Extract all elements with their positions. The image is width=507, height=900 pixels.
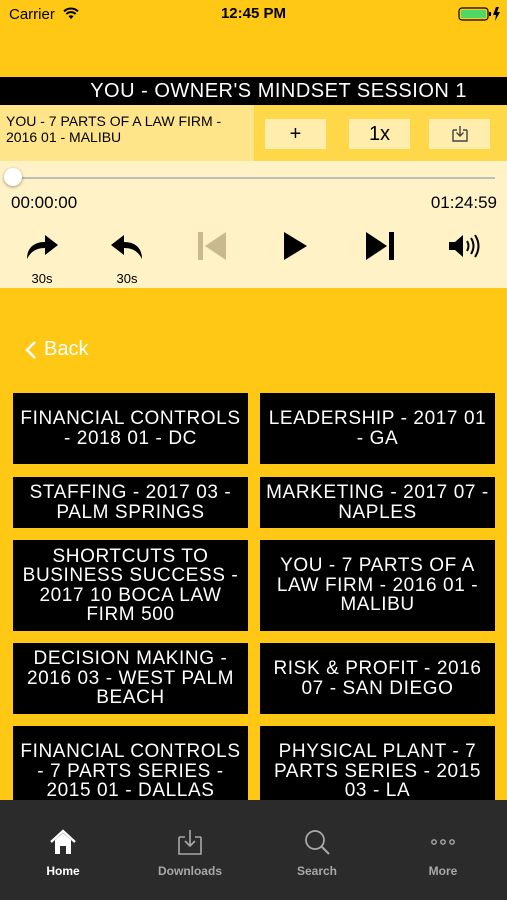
tab-label: Downloads (157, 864, 222, 878)
session-tile[interactable]: MARKETING - 2017 07 - NAPLES (260, 477, 495, 528)
download-icon (178, 830, 202, 855)
session-tile[interactable]: FINANCIAL CONTROLS - 2018 01 - DC (13, 393, 248, 464)
session-tile[interactable]: STAFFING - 2017 03 - PALM SPRINGS (13, 477, 248, 528)
tab-downloads[interactable]: Downloads (127, 800, 253, 900)
tab-label: Home (46, 864, 80, 878)
session-tile[interactable]: SHORTCUTS TO BUSINESS SUCCESS - 2017 10 … (13, 540, 248, 631)
session-tile[interactable]: DECISION MAKING - 2016 03 - WEST PALM BE… (13, 643, 248, 714)
session-tile[interactable]: FINANCIAL CONTROLS - 7 PARTS SERIES - 20… (13, 726, 248, 800)
session-tile[interactable]: LEADERSHIP - 2017 01 - GA (260, 393, 495, 464)
tab-search[interactable]: Search (254, 800, 380, 900)
tab-bar: Home Downloads Search More (0, 800, 507, 900)
tab-more[interactable]: More (380, 800, 506, 900)
session-tile[interactable]: PHYSICAL PLANT - 7 PARTS SERIES - 2015 0… (260, 726, 495, 800)
more-icon (431, 839, 455, 845)
search-icon (305, 830, 330, 855)
session-tile[interactable]: RISK & PROFIT - 2016 07 - SAN DIEGO (260, 643, 495, 714)
session-grid: FINANCIAL CONTROLS - 2018 01 - DC LEADER… (0, 0, 507, 800)
home-icon (50, 829, 76, 854)
tab-label: Search (296, 864, 338, 878)
tab-label: More (428, 864, 458, 878)
session-tile[interactable]: YOU - 7 PARTS OF A LAW FIRM - 2016 01 - … (260, 540, 495, 631)
tab-home[interactable]: Home (0, 800, 126, 900)
